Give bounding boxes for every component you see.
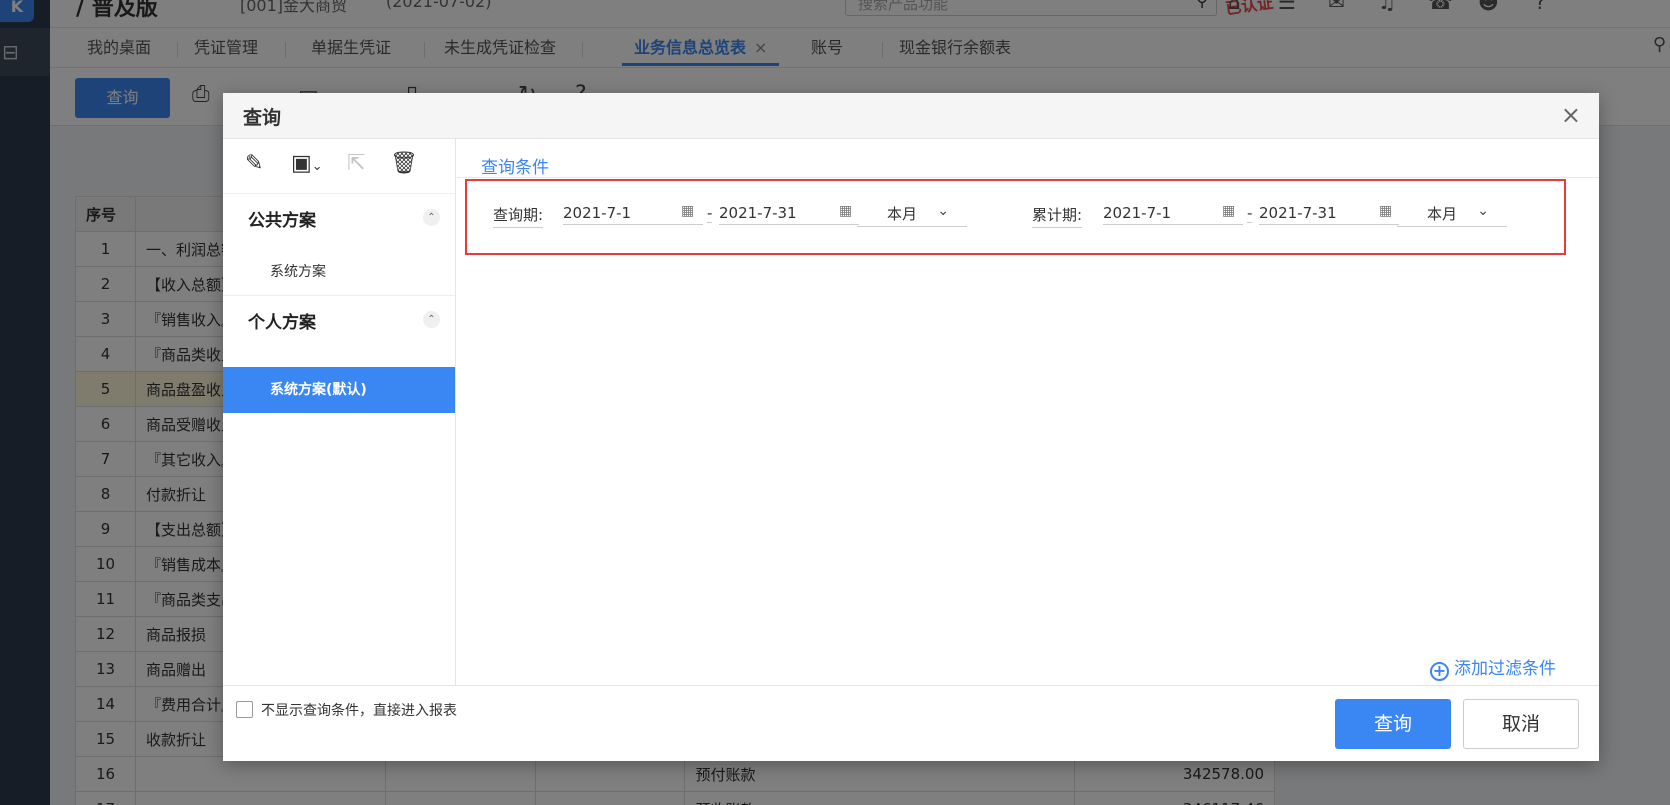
query-range-select[interactable]: 本月 ⌄	[857, 201, 967, 227]
add-filter-button[interactable]: + 添加过滤条件	[1430, 654, 1556, 681]
close-icon[interactable]: ×	[1561, 101, 1581, 129]
edit-icon[interactable]: ✎	[245, 151, 263, 176]
condition-title: 查询条件	[481, 158, 549, 178]
dialog-header: 查询 ×	[223, 93, 1599, 139]
condition-panel: 查询条件 查询期: 2021-7-1 ▦ - 2021-7-31 ▦ 本月 ⌄ …	[457, 139, 1599, 685]
save-dropdown-icon[interactable]: ▣⌄	[291, 151, 323, 176]
plan-item-system-default[interactable]: 系统方案(默认)	[223, 367, 455, 413]
chevron-down-icon: ⌄	[937, 203, 949, 219]
date-separator: -	[707, 204, 713, 223]
dialog-footer: 不显示查询条件，直接进入报表 查询 取消	[223, 685, 1599, 761]
personal-plan-group[interactable]: 个人方案 ⌃	[223, 295, 455, 341]
date-separator: -	[1247, 204, 1253, 223]
chevron-down-icon: ⌄	[1477, 203, 1489, 219]
condition-highlight-box: 查询期: 2021-7-1 ▦ - 2021-7-31 ▦ 本月 ⌄ 累计期: …	[465, 179, 1566, 255]
delete-icon[interactable]: 🗑	[390, 151, 418, 176]
public-plan-group-label: 公共方案	[248, 211, 316, 231]
cancel-button[interactable]: 取消	[1463, 699, 1579, 749]
plus-circle-icon: +	[1430, 662, 1449, 681]
query-period-label: 查询期:	[493, 204, 544, 228]
plan-toolbar: ✎ ▣⌄ ⇱ 🗑	[223, 139, 455, 191]
personal-plan-group-label: 个人方案	[248, 313, 316, 333]
skip-conditions-checkbox[interactable]: 不显示查询条件，直接进入报表	[236, 700, 457, 720]
share-icon: ⇱	[347, 151, 366, 176]
calendar-icon[interactable]: ▦	[681, 203, 694, 219]
checkbox[interactable]	[236, 701, 253, 718]
condition-row: 查询期: 2021-7-1 ▦ - 2021-7-31 ▦ 本月 ⌄ 累计期: …	[467, 181, 1564, 253]
collapse-up-icon[interactable]: ⌃	[423, 209, 440, 226]
query-button[interactable]: 查询	[1335, 699, 1451, 749]
plan-sidebar: ✎ ▣⌄ ⇱ 🗑 公共方案 ⌃ 系统方案 个人方案 ⌃ 系统方案(默认) ‹	[223, 139, 456, 707]
calendar-icon[interactable]: ▦	[839, 203, 852, 219]
dialog-title: 查询	[243, 107, 282, 129]
query-dialog: 查询 × ✎ ▣⌄ ⇱ 🗑 公共方案 ⌃ 系统方案 个人方案 ⌃ 系统方案(默认…	[223, 93, 1599, 761]
calendar-icon[interactable]: ▦	[1222, 203, 1235, 219]
collapse-up-icon[interactable]: ⌃	[423, 311, 440, 328]
calendar-icon[interactable]: ▦	[1379, 203, 1392, 219]
cumulative-period-label: 累计期:	[1032, 204, 1083, 228]
cumulative-end-date[interactable]: 2021-7-31	[1259, 204, 1399, 225]
query-end-date[interactable]: 2021-7-31	[719, 204, 859, 225]
cumulative-range-select[interactable]: 本月 ⌄	[1397, 201, 1507, 227]
plan-item-system[interactable]: 系统方案	[223, 249, 455, 295]
public-plan-group[interactable]: 公共方案 ⌃	[223, 193, 455, 239]
